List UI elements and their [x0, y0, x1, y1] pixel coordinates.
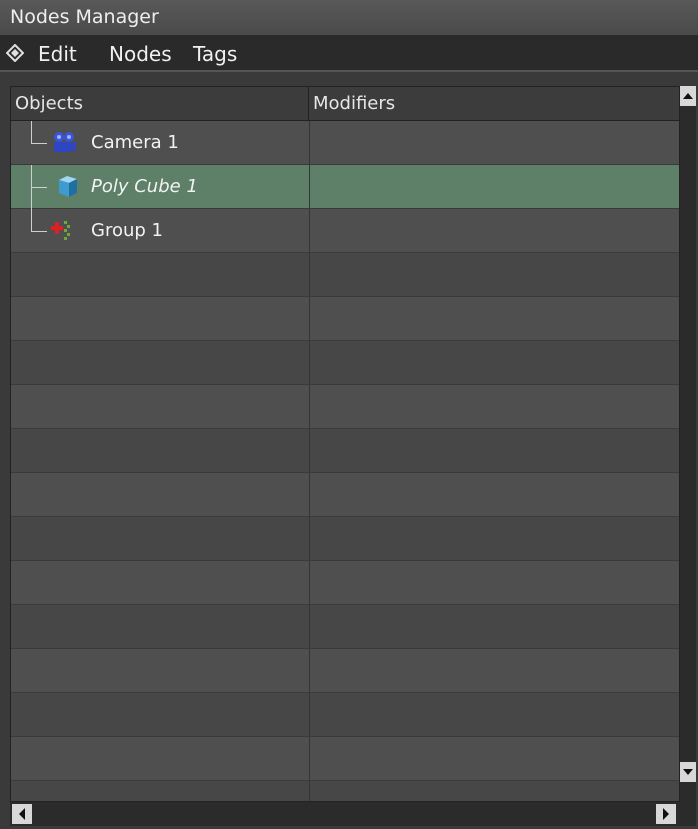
column-divider [309, 605, 310, 648]
empty-row [11, 693, 679, 737]
tree-line [31, 231, 47, 232]
rows-container: Camera 1 Poly Cube 1 Group 1 [11, 121, 679, 801]
vertical-scrollbar[interactable] [680, 86, 696, 802]
tree-row-poly-cube[interactable]: Poly Cube 1 [11, 165, 679, 209]
tree-line [31, 187, 47, 188]
column-divider [309, 209, 310, 252]
empty-row [11, 297, 679, 341]
cube-icon [59, 176, 77, 197]
menu-bar: Edit Nodes Tags [0, 36, 698, 72]
tree-line [31, 121, 32, 143]
column-divider [309, 473, 310, 516]
empty-row [11, 385, 679, 429]
tree-line [31, 209, 32, 231]
column-divider [309, 781, 310, 801]
scroll-up-button[interactable] [680, 86, 696, 106]
empty-row [11, 473, 679, 517]
empty-row [11, 737, 679, 781]
tree-line [31, 143, 47, 144]
node-label: Camera 1 [91, 132, 179, 153]
diamond-menu-icon[interactable] [6, 44, 24, 62]
column-divider [309, 561, 310, 604]
column-divider [309, 737, 310, 780]
arrow-left-icon [19, 808, 25, 820]
arrow-down-icon [683, 769, 693, 775]
column-divider [309, 649, 310, 692]
group-icon [51, 221, 70, 240]
scroll-right-button[interactable] [656, 804, 676, 824]
empty-row [11, 561, 679, 605]
scroll-left-button[interactable] [12, 804, 32, 824]
objects-column-header[interactable]: Objects [11, 87, 309, 121]
tree-row-group[interactable]: Group 1 [11, 209, 679, 253]
menu-nodes[interactable]: Nodes [109, 42, 172, 66]
node-label: Poly Cube 1 [91, 176, 198, 197]
modifiers-column-header[interactable]: Modifiers [309, 87, 679, 121]
empty-row [11, 605, 679, 649]
empty-row [11, 781, 679, 801]
column-divider [309, 693, 310, 736]
column-divider [309, 297, 310, 340]
node-label: Group 1 [91, 220, 163, 241]
camera-icon [54, 132, 76, 152]
column-divider [309, 165, 310, 208]
empty-row [11, 429, 679, 473]
menu-edit[interactable]: Edit [38, 42, 77, 66]
scrollbar-corner [680, 802, 696, 826]
column-header: Objects Modifiers [11, 87, 679, 121]
arrow-up-icon [683, 93, 693, 99]
column-divider [309, 429, 310, 472]
horizontal-scrollbar[interactable] [10, 802, 680, 826]
arrow-right-icon [663, 808, 669, 820]
column-divider [309, 341, 310, 384]
empty-row [11, 649, 679, 693]
window-title: Nodes Manager [10, 6, 159, 28]
column-divider [309, 121, 310, 164]
empty-row [11, 341, 679, 385]
empty-row [11, 517, 679, 561]
empty-row [11, 253, 679, 297]
column-divider [309, 253, 310, 296]
tree-row-camera[interactable]: Camera 1 [11, 121, 679, 165]
nodes-tree-panel: Objects Modifiers Camera 1 Poly Cube 1 G… [10, 86, 680, 802]
column-divider [309, 385, 310, 428]
title-bar: Nodes Manager [0, 0, 698, 36]
column-divider [309, 517, 310, 560]
menu-tags[interactable]: Tags [193, 42, 237, 66]
scroll-down-button[interactable] [680, 762, 696, 782]
